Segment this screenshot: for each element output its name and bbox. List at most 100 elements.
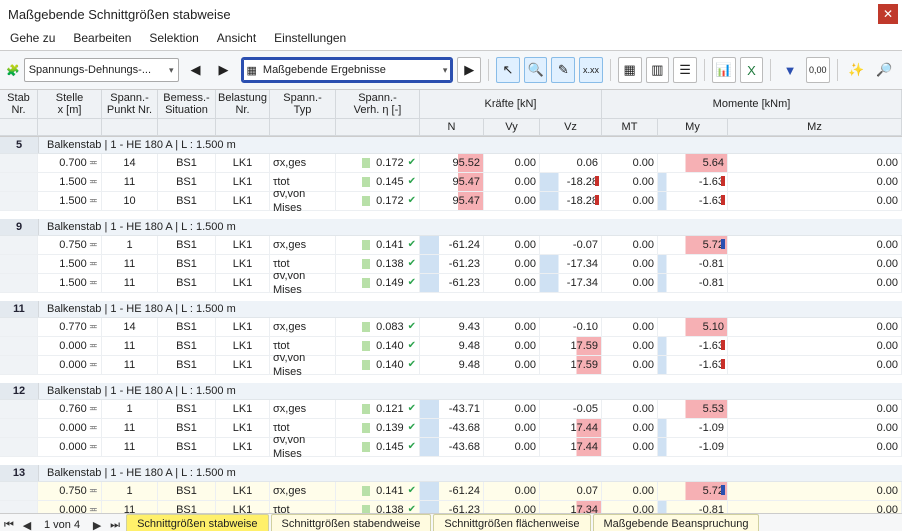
page-last-button[interactable]: ⏭ (106, 519, 124, 531)
group-row[interactable]: 13Balkenstab | 1 - HE 180 A | L : 1.500 … (0, 465, 902, 482)
precision-button[interactable]: x.xx (579, 57, 603, 83)
check-icon: ✔ (408, 358, 416, 372)
cell-spann-typ: σx,ges (270, 400, 336, 418)
menu-ansicht[interactable]: Ansicht (217, 31, 256, 45)
cell-vy: 0.00 (484, 274, 540, 292)
sheet-tab-stabendweise[interactable]: Schnittgrößen stabendweise (271, 514, 432, 531)
group-row[interactable]: 9Balkenstab | 1 - HE 180 A | L : 1.500 m (0, 219, 902, 236)
excel-button[interactable]: X (740, 57, 764, 83)
cell-nr (0, 419, 38, 437)
cell-n: 9.43 (420, 318, 484, 336)
cell-mz: 0.00 (728, 337, 902, 355)
grid-c-button[interactable]: ☰ (673, 57, 697, 83)
cell-belast: LK1 (216, 236, 270, 254)
table-row[interactable]: 0.000 ≖11BS1LK1τtot0.138✔-61.230.0017.34… (0, 501, 902, 513)
col-n[interactable]: N (420, 119, 484, 136)
cell-my: -0.81 (658, 501, 728, 513)
menu-gehe-zu[interactable]: Gehe zu (10, 31, 55, 45)
col-bemess[interactable]: Bemess.- Situation (158, 90, 216, 119)
cell-n: -61.23 (420, 274, 484, 292)
table-row[interactable]: 0.760 ≖1BS1LK1σx,ges0.121✔-43.710.00-0.0… (0, 400, 902, 419)
combo-result-type[interactable]: ▦ Maßgebende Ergebnisse ▾ (241, 57, 454, 83)
cell-spann-typ: σx,ges (270, 154, 336, 172)
cell-spann-punkt: 14 (102, 154, 158, 172)
table-row[interactable]: 1.500 ≖11BS1LK1σv,von Mises0.149✔-61.230… (0, 274, 902, 293)
chart-icon: 📊 (716, 62, 732, 78)
next-button[interactable]: ▶ (211, 57, 237, 83)
page-first-button[interactable]: ⏮ (0, 519, 18, 531)
col-belast[interactable]: Belastung Nr. (216, 90, 270, 119)
table-row[interactable]: 0.000 ≖11BS1LK1τtot0.139✔-43.680.0017.44… (0, 419, 902, 438)
col-mz[interactable]: Mz (728, 119, 902, 136)
group-row[interactable]: 12Balkenstab | 1 - HE 180 A | L : 1.500 … (0, 383, 902, 400)
table-row[interactable]: 0.750 ≖1BS1LK1σx,ges0.141✔-61.240.000.07… (0, 482, 902, 501)
col-vy[interactable]: Vy (484, 119, 540, 136)
table-row[interactable]: 0.000 ≖11BS1LK1σv,von Mises0.145✔-43.680… (0, 438, 902, 457)
chevron-down-icon: ▾ (169, 65, 174, 76)
close-button[interactable]: ✕ (878, 4, 898, 24)
table-row[interactable]: 1.500 ≖11BS1LK1τtot0.138✔-61.230.00-17.3… (0, 255, 902, 274)
col-spann-punkt[interactable]: Spann.- Punkt Nr. (102, 90, 158, 119)
col-kraefte-group: Kräfte [kN] (420, 90, 602, 119)
cell-n: -43.68 (420, 438, 484, 456)
annotate-button[interactable]: ✎ (551, 57, 575, 83)
cell-vz: 17.34 (540, 501, 602, 513)
table-row[interactable]: 1.500 ≖10BS1LK1σv,von Mises0.172✔95.470.… (0, 192, 902, 211)
table-row[interactable]: 1.500 ≖11BS1LK1τtot0.145✔95.470.00-18.28… (0, 173, 902, 192)
cell-bemess: BS1 (158, 501, 216, 513)
filter-button[interactable]: ▼ (778, 57, 802, 83)
cell-spann-typ: σv,von Mises (270, 356, 336, 374)
cell-belast: LK1 (216, 438, 270, 456)
triangle-left-icon: ◀ (191, 62, 201, 78)
cell-vz: -0.07 (540, 236, 602, 254)
menu-einstellungen[interactable]: Einstellungen (274, 31, 346, 45)
col-vz[interactable]: Vz (540, 119, 602, 136)
col-mt[interactable]: MT (602, 119, 658, 136)
grid-b-button[interactable]: ▥ (646, 57, 670, 83)
table-row[interactable]: 0.000 ≖11BS1LK1τtot0.140✔9.480.0017.590.… (0, 337, 902, 356)
col-my[interactable]: My (658, 119, 728, 136)
grid-a-button[interactable]: ▦ (618, 57, 642, 83)
col-stelle[interactable]: Stelle x [m] (38, 90, 102, 119)
prev-button[interactable]: ◀ (183, 57, 209, 83)
group-row[interactable]: 11Balkenstab | 1 - HE 180 A | L : 1.500 … (0, 301, 902, 318)
cell-mt: 0.00 (602, 482, 658, 500)
search-button[interactable]: 🔎 (872, 57, 896, 83)
page-next-button[interactable]: ▶ (88, 519, 106, 531)
menu-selektion[interactable]: Selektion (149, 31, 198, 45)
menu-bearbeiten[interactable]: Bearbeiten (73, 31, 131, 45)
table-row[interactable]: 0.750 ≖1BS1LK1σx,ges0.141✔-61.240.00-0.0… (0, 236, 902, 255)
close-icon: ✕ (883, 7, 893, 21)
cell-belast: LK1 (216, 274, 270, 292)
chart-button[interactable]: 📊 (712, 57, 736, 83)
cell-n: -61.23 (420, 255, 484, 273)
zoom-selection-button[interactable]: 🔍 (524, 57, 548, 83)
cell-stelle: 0.000 ≖ (38, 419, 102, 437)
check-icon: ✔ (408, 484, 416, 498)
col-spann-typ[interactable]: Spann.- Typ (270, 90, 336, 119)
select-element-button[interactable]: ↖ (496, 57, 520, 83)
table-body[interactable]: 5Balkenstab | 1 - HE 180 A | L : 1.500 m… (0, 137, 902, 513)
table-row[interactable]: 0.770 ≖14BS1LK1σx,ges0.083✔9.430.00-0.10… (0, 318, 902, 337)
combo-view-type[interactable]: Spannungs-Dehnungs-... ▾ (24, 58, 179, 82)
pick-button[interactable]: ✨ (845, 57, 869, 83)
page-prev-button[interactable]: ◀ (18, 519, 36, 531)
cell-nr (0, 154, 38, 172)
play-button[interactable]: ▶ (457, 57, 481, 83)
col-stab-nr[interactable]: Stab Nr. (0, 90, 38, 119)
cell-my: 5.53 (658, 400, 728, 418)
sheet-tab-beanspruchung[interactable]: Maßgebende Beanspruchung (593, 514, 760, 531)
cell-eta: 0.172✔ (336, 154, 420, 172)
group-row[interactable]: 5Balkenstab | 1 - HE 180 A | L : 1.500 m (0, 137, 902, 154)
table-row[interactable]: 0.000 ≖11BS1LK1σv,von Mises0.140✔9.480.0… (0, 356, 902, 375)
cell-n: 95.47 (420, 173, 484, 191)
cell-mz: 0.00 (728, 356, 902, 374)
sheet-tab-flaechenweise[interactable]: Schnittgrößen flächenweise (433, 514, 590, 531)
decimals-button[interactable]: 0,00 (806, 57, 830, 83)
eta-bar-icon (362, 322, 370, 332)
col-spann-verh[interactable]: Spann.- Verh. η [-] (336, 90, 420, 119)
cell-stelle: 0.700 ≖ (38, 154, 102, 172)
sheet-tab-stabweise[interactable]: Schnittgrößen stabweise (126, 514, 268, 531)
table-row[interactable]: 0.700 ≖14BS1LK1σx,ges0.172✔95.520.000.06… (0, 154, 902, 173)
cell-spann-typ: σv,von Mises (270, 192, 336, 210)
